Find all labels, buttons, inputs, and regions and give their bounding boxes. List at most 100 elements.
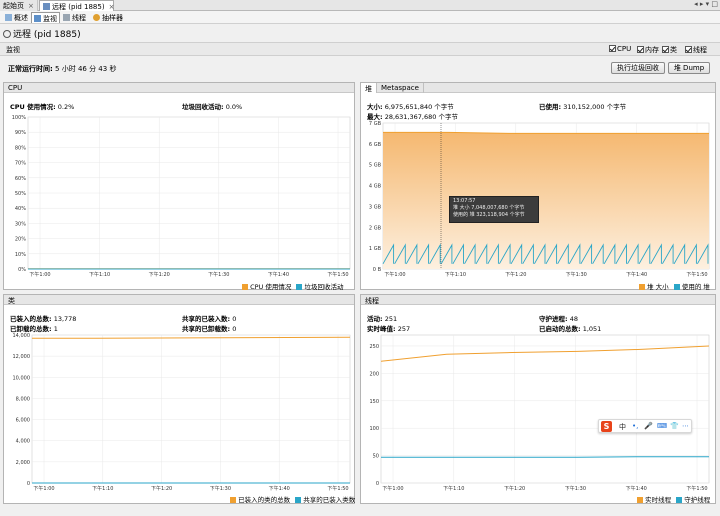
x-tick-label: 下午1:10	[89, 271, 110, 278]
y-tick-label: 12,000	[13, 354, 31, 360]
legend-swatch-heap-used	[673, 284, 680, 290]
x-tick-label: 下午1:40	[269, 485, 290, 492]
x-tick-label: 下午1:00	[29, 271, 50, 278]
page-title: 远程 (pid 1885)	[3, 27, 81, 40]
x-tick-label: 下午1:50	[686, 271, 707, 278]
x-tick-label: 下午1:10	[443, 485, 464, 492]
x-tick-label: 下午1:40	[626, 271, 647, 278]
x-tick-label: 下午1:20	[149, 271, 170, 278]
ime-skin-icon[interactable]: 👕	[670, 422, 679, 430]
x-tick-label: 下午1:40	[626, 485, 647, 492]
checkbox-icon	[609, 45, 616, 52]
legend-label: 实时线程	[645, 496, 672, 504]
plot-area	[380, 334, 710, 484]
checkbox-memory[interactable]: 内存	[637, 45, 659, 55]
heap-dump-button[interactable]: 堆 Dump	[668, 62, 710, 74]
checkbox-threads[interactable]: 线程	[685, 45, 707, 55]
close-icon[interactable]: ×	[109, 3, 115, 11]
tab-start-page[interactable]: 起始页 ×	[0, 0, 38, 11]
legend-swatch-daemon	[676, 497, 683, 503]
tab-remote-process[interactable]: 远程 (pid 1885) ×	[39, 0, 114, 11]
remote-icon	[43, 3, 50, 10]
x-tick-label: 下午1:10	[445, 271, 466, 278]
ime-lang-toggle[interactable]: 中	[619, 422, 626, 432]
legend-label: 垃圾回收活动	[304, 283, 344, 291]
threads-chart: 0 50 100 150 200 250 下午1:00 下午1:10 下午1:20 下午1:30 下…	[369, 334, 710, 492]
tooltip-used-row: 使用的 堆 323,118,904 个字节	[453, 212, 525, 218]
y-tick-label: 14,000	[13, 333, 31, 339]
uptime: 正常运行时间: 5 小时 46 分 43 秒	[8, 64, 116, 74]
section-label: 监视	[6, 46, 20, 54]
x-tick-label: 下午1:40	[268, 271, 289, 278]
y-tick-label: 30%	[15, 221, 26, 227]
y-tick-label: 1 GB	[369, 246, 382, 252]
chart-legend: 堆 大小 使用的 堆	[639, 281, 710, 291]
process-title-text: 远程 (pid 1885)	[13, 30, 81, 40]
daemon-threads-line	[381, 456, 709, 458]
threads-icon	[63, 14, 70, 21]
checkbox-label: 线程	[693, 46, 707, 54]
tooltip-size-row: 堆 大小 7,048,007,680 个字节	[453, 205, 525, 211]
checkbox-classes[interactable]: 类	[662, 45, 677, 55]
y-tick-label: 40%	[15, 206, 26, 212]
cpu-panel: CPU CPU 使用情况: 0.2% 垃圾回收活动: 0.0% 0% 10% 20%…	[3, 82, 355, 291]
y-tick-label: 150	[369, 399, 379, 405]
y-tick-label: 4,000	[16, 439, 30, 445]
ime-keyboard-icon[interactable]: ⌨	[657, 422, 667, 430]
monitor-icon	[34, 15, 41, 22]
classes-chart: 0 2,000 4,000 6,000 8,000 10,000 12,000 14,000 下…	[13, 333, 351, 492]
perform-gc-button[interactable]: 执行垃圾回收	[611, 62, 665, 74]
y-tick-label: 6,000	[16, 418, 30, 424]
y-tick-label: 0	[376, 481, 379, 487]
x-tick-label: 下午1:50	[327, 485, 348, 492]
x-tick-label: 下午1:20	[504, 485, 525, 492]
legend-label: 使用的 堆	[681, 283, 710, 291]
legend-label: 守护线程	[684, 496, 711, 504]
ime-menu-icon[interactable]: ⋯	[682, 422, 689, 430]
legend-label: 已装入的类的总数	[238, 496, 291, 504]
sogou-logo-icon[interactable]: S	[601, 421, 612, 432]
y-tick-label: 100%	[12, 115, 27, 121]
x-tick-label: 下午1:20	[505, 271, 526, 278]
x-tick-label: 下午1:30	[565, 485, 586, 492]
legend-swatch-heap-size	[639, 284, 645, 290]
y-tick-label: 4 GB	[369, 184, 382, 190]
x-tick-label: 下午1:30	[566, 271, 587, 278]
y-tick-label: 90%	[15, 130, 26, 136]
y-tick-label: 60%	[15, 176, 26, 182]
tab-sampler[interactable]: 抽样器	[91, 12, 125, 23]
y-tick-label: 2 GB	[369, 225, 382, 231]
ime-toolbar[interactable]: S 中 •, 🎤 ⌨ 👕 ⋯	[598, 419, 692, 433]
window-controls[interactable]: ◂ ▸ ▾ □	[694, 0, 718, 8]
legend-label: 堆 大小	[647, 283, 669, 291]
legend-label: CPU 使用情况	[250, 283, 292, 291]
checkbox-icon	[685, 46, 692, 53]
checkbox-icon	[637, 46, 644, 53]
heap-tooltip: 13:07:57 堆 大小 7,048,007,680 个字节 使用的 堆 32…	[449, 196, 539, 223]
legend-swatch-cpu	[242, 284, 248, 290]
ime-voice-icon[interactable]: 🎤	[644, 422, 653, 430]
tab-monitor[interactable]: 监视	[31, 12, 60, 23]
checkbox-cpu[interactable]: CPU	[609, 45, 631, 53]
y-tick-label: 7 GB	[369, 121, 382, 127]
chart-legend: 实时线程 守护线程	[637, 494, 710, 504]
y-tick-label: 250	[369, 344, 379, 350]
window-tab-bar: 起始页 × 远程 (pid 1885) × ◂ ▸ ▾ □	[0, 0, 720, 11]
tab-overview[interactable]: 概述	[3, 12, 30, 23]
y-tick-label: 100	[369, 426, 379, 432]
tab-threads[interactable]: 线程	[61, 12, 88, 23]
ime-punctuation-icon[interactable]: •,	[632, 422, 638, 430]
tab-label: 监视	[43, 15, 57, 23]
close-icon[interactable]: ×	[28, 2, 34, 10]
view-tab-bar: 概述 监视 线程 抽样器	[0, 11, 720, 24]
y-tick-label: 8,000	[16, 396, 30, 402]
uptime-value: 5 小时 46 分 43 秒	[55, 65, 117, 73]
y-tick-label: 0 B	[373, 267, 382, 273]
classes-panel: 类 已装入的总数: 13,778 已卸载的总数: 1 共享的已装入数: 0 共享…	[3, 294, 355, 504]
x-tick-label: 下午1:30	[208, 271, 229, 278]
legend-swatch-shared	[295, 497, 302, 503]
x-tick-label: 下午1:20	[151, 485, 172, 492]
tab-label: 抽样器	[102, 14, 123, 22]
tab-label: 起始页	[3, 2, 24, 10]
y-tick-label: 200	[369, 371, 379, 377]
